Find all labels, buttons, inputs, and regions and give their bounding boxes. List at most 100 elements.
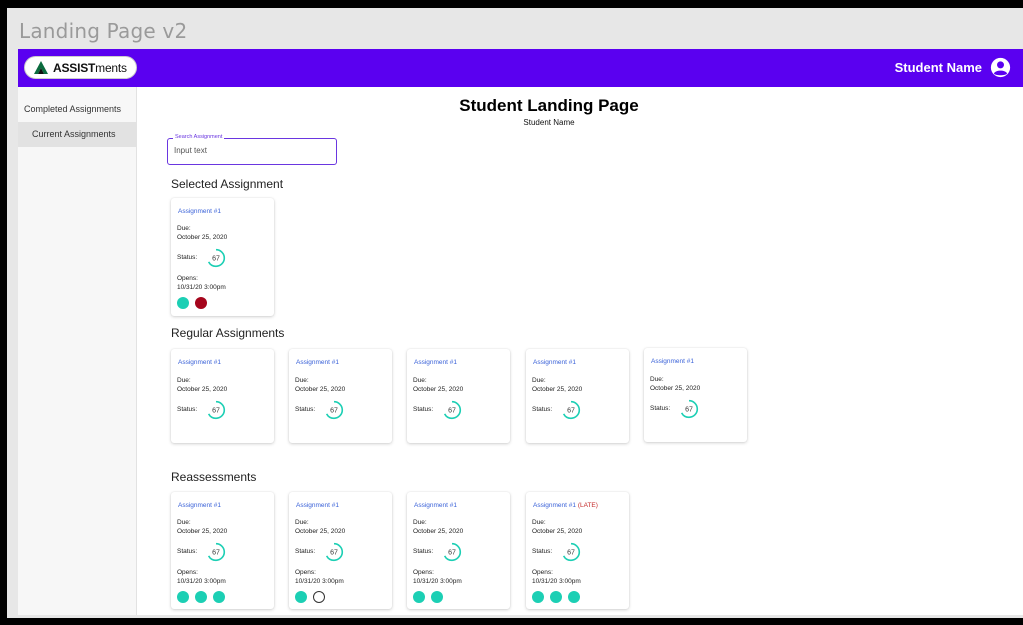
attempt-dot-teal xyxy=(177,297,189,309)
status-value: 67 xyxy=(567,550,575,557)
opens-date: 10/31/20 3:00pm xyxy=(177,284,226,291)
opens-label: Opens: xyxy=(295,569,316,576)
opens-date: 10/31/20 3:00pm xyxy=(532,578,581,585)
status-value: 67 xyxy=(330,408,338,415)
attempt-dot-teal xyxy=(568,591,580,603)
attempt-dot-teal xyxy=(195,591,207,603)
attempt-dots xyxy=(532,591,580,603)
window-title: Landing Page v2 xyxy=(19,19,188,43)
status-gauge: 67 xyxy=(679,399,699,419)
status-gauge: 67 xyxy=(324,400,344,420)
status-gauge: 67 xyxy=(206,400,226,420)
due-date: October 25, 2020 xyxy=(177,386,228,393)
page-title: Student Landing Page xyxy=(459,96,639,115)
assistments-logo[interactable]: ASSISTments xyxy=(24,56,137,79)
assignment-title-text: Assignment #1 xyxy=(414,359,457,366)
opens-label: Opens: xyxy=(413,569,434,576)
attempt-dots xyxy=(177,591,225,603)
attempt-dots xyxy=(413,591,443,603)
logo-wordmark: ASSISTments xyxy=(53,60,127,75)
attempt-dot-teal xyxy=(413,591,425,603)
assignment-title-text: Assignment #1 xyxy=(414,502,457,509)
page-subtitle: Student Name xyxy=(523,118,575,127)
assignment-title-text: Assignment #1 xyxy=(178,502,221,509)
due-label: Due: xyxy=(532,519,546,526)
status-label: Status: xyxy=(295,406,316,413)
assignment-title-link[interactable]: Assignment #1 xyxy=(414,359,457,366)
status-label: Status: xyxy=(177,406,198,413)
status-label: Status: xyxy=(413,548,434,555)
search-field-label: Search Assignment xyxy=(173,134,225,140)
window-frame: Landing Page v2 ASSISTments Student Name xyxy=(7,8,1023,618)
attempt-dot-teal xyxy=(550,591,562,603)
status-gauge: 67 xyxy=(206,248,226,268)
regular-assignment-card[interactable]: Assignment #1 Due: October 25, 2020 Status:… xyxy=(526,349,629,443)
attempt-dot-teal xyxy=(213,591,225,603)
assignment-title-link[interactable]: Assignment #1 xyxy=(178,502,221,509)
opens-date: 10/31/20 3:00pm xyxy=(295,578,344,585)
search-input[interactable] xyxy=(174,146,324,155)
attempt-dots xyxy=(295,591,325,603)
assignment-title-link[interactable]: Assignment #1 xyxy=(414,502,457,509)
due-date: October 25, 2020 xyxy=(177,528,228,535)
app-container: ASSISTments Student Name Completed Assig… xyxy=(18,49,1023,615)
status-label: Status: xyxy=(177,254,198,261)
status-value: 67 xyxy=(567,408,575,415)
due-label: Due: xyxy=(650,376,664,383)
reassessment-card[interactable]: Assignment #1 (LATE) Due: October 25, 2020… xyxy=(526,492,629,609)
status-gauge: 67 xyxy=(561,400,581,420)
assignment-title-link[interactable]: Assignment #1 xyxy=(651,358,694,365)
search-assignment-field[interactable]: Search Assignment xyxy=(167,134,337,165)
assignment-title-text: Assignment #1 xyxy=(651,358,694,365)
assignment-title-text: Assignment #1 xyxy=(533,502,576,509)
assignment-title-text: Assignment #1 xyxy=(178,208,221,215)
assignment-title-link[interactable]: Assignment #1 xyxy=(178,359,221,366)
status-value: 67 xyxy=(212,408,220,415)
due-date: October 25, 2020 xyxy=(532,386,583,393)
attempt-dot-red xyxy=(195,297,207,309)
attempt-dot-teal xyxy=(177,591,189,603)
assignment-title-link[interactable]: Assignment #1 xyxy=(178,208,221,215)
assignment-title-text: Assignment #1 xyxy=(296,359,339,366)
reassessment-card[interactable]: Assignment #1 Due: October 25, 2020 Status:… xyxy=(407,492,510,609)
status-gauge: 67 xyxy=(206,542,226,562)
due-label: Due: xyxy=(177,377,191,384)
status-value: 67 xyxy=(330,550,338,557)
regular-assignment-card[interactable]: Assignment #1 Due: October 25, 2020 Status:… xyxy=(407,349,510,443)
status-value: 67 xyxy=(212,256,220,263)
status-value: 67 xyxy=(685,407,693,414)
reassessment-card[interactable]: Assignment #1 Due: October 25, 2020 Status:… xyxy=(289,492,392,609)
opens-label: Opens: xyxy=(532,569,553,576)
assignment-title-link[interactable]: Assignment #1 xyxy=(296,502,339,509)
regular-assignment-card[interactable]: Assignment #1 Due: October 25, 2020 Status:… xyxy=(171,349,274,443)
logo-mark-icon xyxy=(34,61,48,74)
regular-assignment-card[interactable]: Assignment #1 Due: October 25, 2020 Status:… xyxy=(289,349,392,443)
opens-label: Opens: xyxy=(177,569,198,576)
assignment-title-text: Assignment #1 xyxy=(296,502,339,509)
due-label: Due: xyxy=(177,225,191,232)
status-gauge: 67 xyxy=(324,542,344,562)
due-label: Due: xyxy=(532,377,546,384)
assignment-title-text: Assignment #1 xyxy=(178,359,221,366)
reassessment-card[interactable]: Assignment #1 Due: October 25, 2020 Status:… xyxy=(171,492,274,609)
assignment-title-link[interactable]: Assignment #1 xyxy=(533,359,576,366)
late-badge: (LATE) xyxy=(577,502,598,509)
status-value: 67 xyxy=(212,550,220,557)
status-label: Status: xyxy=(413,406,434,413)
selected-assignment-card[interactable]: Assignment #1 Due: October 25, 2020 Status:… xyxy=(171,198,274,316)
status-value: 67 xyxy=(448,408,456,415)
regular-assignment-card[interactable]: Assignment #1 Due: October 25, 2020 Status:… xyxy=(644,348,747,442)
user-menu[interactable]: Student Name xyxy=(895,57,1011,78)
assignment-title-link[interactable]: Assignment #1 (LATE) xyxy=(533,502,598,509)
due-date: October 25, 2020 xyxy=(413,528,464,535)
due-label: Due: xyxy=(413,377,427,384)
attempt-dot-teal xyxy=(532,591,544,603)
attempt-dots xyxy=(177,297,207,309)
status-gauge: 67 xyxy=(442,400,462,420)
status-label: Status: xyxy=(532,548,553,555)
account-circle-icon[interactable] xyxy=(990,57,1011,78)
assignment-title-link[interactable]: Assignment #1 xyxy=(296,359,339,366)
section-title-reassessments: Reassessments xyxy=(171,470,257,484)
attempt-dot-teal xyxy=(295,591,307,603)
due-date: October 25, 2020 xyxy=(532,528,583,535)
